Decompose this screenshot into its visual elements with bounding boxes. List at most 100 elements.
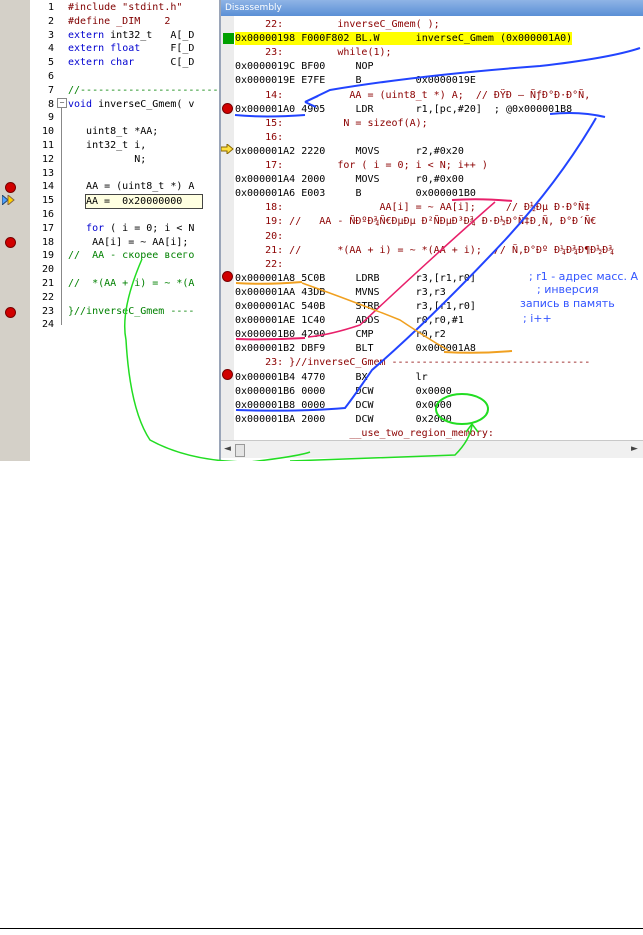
code-line[interactable]: //-------------------------: [68, 85, 231, 96]
source-line[interactable]: 22:: [235, 258, 283, 271]
instruction-line[interactable]: 0x000001B8 0000 DCW 0x0000: [235, 399, 452, 412]
source-line[interactable]: 16:: [235, 131, 283, 144]
code-line[interactable]: }//inverseC_Gmem ----: [68, 306, 194, 317]
address: 0x000001AC: [235, 301, 296, 312]
code-line[interactable]: extern char C[_D: [68, 57, 194, 68]
code-token: F[_D: [140, 43, 195, 55]
source-line[interactable]: 23: while(1);: [235, 46, 391, 59]
code-line[interactable]: void inverseC_Gmem( v: [68, 99, 194, 110]
line-number: 4: [47, 43, 54, 55]
instruction-line[interactable]: 0x000001AC 540B STRB r3,[r1,r0]: [235, 300, 476, 313]
source-line[interactable]: __use_two_region_memory:: [235, 427, 494, 440]
scroll-right-button[interactable]: ►: [631, 444, 638, 454]
instruction-line[interactable]: 0x000001B6 0000 DCW 0x0000: [235, 385, 452, 398]
code-line[interactable]: for ( i = 0; i < N: [68, 223, 194, 234]
instruction-line[interactable]: 0x000001B4 4770 BX lr: [235, 371, 428, 384]
instruction-line[interactable]: 0x000001AE 1C40 ADDS r0,r0,#1: [235, 314, 464, 327]
code-line[interactable]: extern float F[_D: [68, 43, 194, 54]
instruction-line[interactable]: 0x0000019C BF00 NOP: [235, 60, 374, 73]
breakpoint-icon[interactable]: [222, 271, 233, 282]
code-line[interactable]: AA[i] = ~ AA[i];: [68, 237, 188, 248]
address: 0x000001B0: [235, 329, 296, 341]
code-line[interactable]: uint8_t *AA;: [68, 126, 158, 137]
operands: r0,r0,#1: [379, 315, 464, 327]
mnemonic: MOVS: [355, 174, 380, 186]
code-line[interactable]: // *(AA + i) = ~ *(A: [68, 278, 194, 289]
code-token: uint8_t *AA;: [68, 126, 159, 138]
code-token: int32_t i,: [68, 140, 147, 151]
operands: inverseC_Gmem (0x000001A0): [379, 33, 573, 45]
editor-gutter[interactable]: [0, 0, 30, 461]
instruction-line[interactable]: 0x00000198 F000F802 BL.W inverseC_Gmem (…: [235, 32, 573, 46]
instruction-line[interactable]: 0x000001A4 2000 MOVS r0,#0x00: [235, 173, 464, 186]
fold-guide: [61, 103, 62, 325]
code-line[interactable]: int32_t i,: [68, 140, 146, 151]
operands: 0x000001B0: [361, 188, 476, 200]
source-line[interactable]: 18: AA[i] = ~ AA[i]; // Ð½Ðµ Ð·Ð°Ñ‡: [235, 201, 590, 214]
opcode: 43DB: [301, 286, 326, 298]
value-tooltip: AA = 0x20000000: [85, 194, 203, 209]
source-line[interactable]: 21: // *(AA + i) = ~ *(AA + i); // Ñ‚Ð°Ð…: [235, 244, 614, 257]
breakpoint-icon[interactable]: [222, 369, 233, 380]
opcode: 5C0B: [301, 272, 326, 284]
instruction-line[interactable]: 0x0000019E E7FE B 0x0000019E: [235, 74, 476, 87]
code-token: #define _DIM 2: [68, 15, 171, 27]
source-line[interactable]: 20:: [235, 230, 283, 243]
annotation-r1: ; r1 - адрес масс. A: [529, 270, 638, 283]
mnemonic: DCW: [355, 399, 374, 411]
code-line[interactable]: #include "stdint.h": [68, 2, 182, 13]
address: 0x00000198: [235, 33, 296, 45]
source-line[interactable]: 17: for ( i = 0; i < N; i++ ): [235, 159, 488, 172]
operands: 0x000001A8: [373, 343, 476, 355]
line-number: 20: [41, 264, 54, 276]
address: 0x000001B8: [235, 399, 296, 411]
breakpoint-icon[interactable]: [222, 103, 233, 114]
instruction-line[interactable]: 0x000001AA 43DB MVNS r3,r3: [235, 286, 446, 299]
instruction-line[interactable]: 0x000001B0 4290 CMP r0,r2: [235, 328, 446, 341]
code-line[interactable]: #define _DIM 2: [68, 16, 170, 27]
annotation-write: запись в память: [520, 297, 615, 310]
line-number: 7: [47, 84, 54, 96]
operands: 0x2000: [373, 413, 452, 425]
source-text: 20:: [235, 230, 284, 242]
code-line[interactable]: // AA - скорее всего: [68, 250, 194, 261]
breakpoint-icon[interactable]: [5, 182, 16, 193]
code-line[interactable]: N;: [68, 154, 146, 165]
instruction-line[interactable]: 0x000001BA 2000 DCW 0x2000: [235, 413, 452, 426]
breakpoint-icon[interactable]: [5, 307, 16, 318]
source-line[interactable]: 19: // AA - ÑÐºÐ¾Ñ€ÐµÐµ Ð²ÑÐµÐ³Ð¾ Ð·Ð½Ð°…: [235, 215, 596, 228]
instruction-line[interactable]: 0x000001A6 E003 B 0x000001B0: [235, 187, 476, 200]
opcode: F000F802: [301, 33, 350, 45]
line-number: 1: [47, 2, 54, 13]
source-text: __use_two_region_memory:: [235, 427, 494, 439]
opcode: 1C40: [301, 315, 326, 327]
opcode: BF00: [301, 61, 326, 73]
code-token: extern: [68, 29, 111, 41]
source-line[interactable]: 22: inverseC_Gmem( );: [235, 18, 440, 31]
operands: 0x0000: [373, 399, 452, 411]
instruction-line[interactable]: 0x000001A2 2220 MOVS r2,#0x20: [235, 145, 464, 158]
code-token: char: [110, 57, 135, 69]
line-number: 8: [47, 98, 54, 110]
line-number: 22: [41, 291, 54, 303]
source-line[interactable]: 14: AA = (uint8_t *) A; // ÐŸÐ – ÑƒÐ°Ð·Ð…: [235, 89, 590, 102]
code-token: N;: [68, 153, 147, 165]
code-line[interactable]: extern int32_t A[_D: [68, 30, 194, 41]
scroll-thumb[interactable]: [235, 444, 245, 457]
line-number: 11: [41, 140, 54, 151]
operands: r0,#0x00: [379, 174, 464, 186]
instruction-line[interactable]: 0x000001B2 DBF9 BLT 0x000001A8: [235, 342, 476, 355]
opcode: 2000: [301, 174, 326, 186]
mnemonic: CMP: [355, 329, 374, 341]
scroll-left-button[interactable]: ◄: [224, 444, 231, 454]
disassembly-window[interactable]: Disassembly 22: inverseC_Gmem( ); 0x00000…: [219, 0, 643, 461]
fold-toggle[interactable]: −: [57, 98, 67, 108]
instruction-line[interactable]: 0x000001A0 4905 LDR r1,[pc,#20] ; @0x000…: [235, 103, 572, 116]
opcode: 2220: [301, 145, 326, 157]
source-line[interactable]: 23: }//inverseC_Gmem -------------------…: [235, 356, 590, 369]
source-line[interactable]: 15: N = sizeof(A);: [235, 117, 428, 130]
horizontal-scrollbar[interactable]: ◄ ►: [221, 440, 643, 458]
instruction-line[interactable]: 0x000001A8 5C0B LDRB r3,[r1,r0]: [235, 272, 476, 285]
breakpoint-icon[interactable]: [5, 237, 16, 248]
code-line[interactable]: AA = (uint8_t *) A: [68, 181, 194, 192]
